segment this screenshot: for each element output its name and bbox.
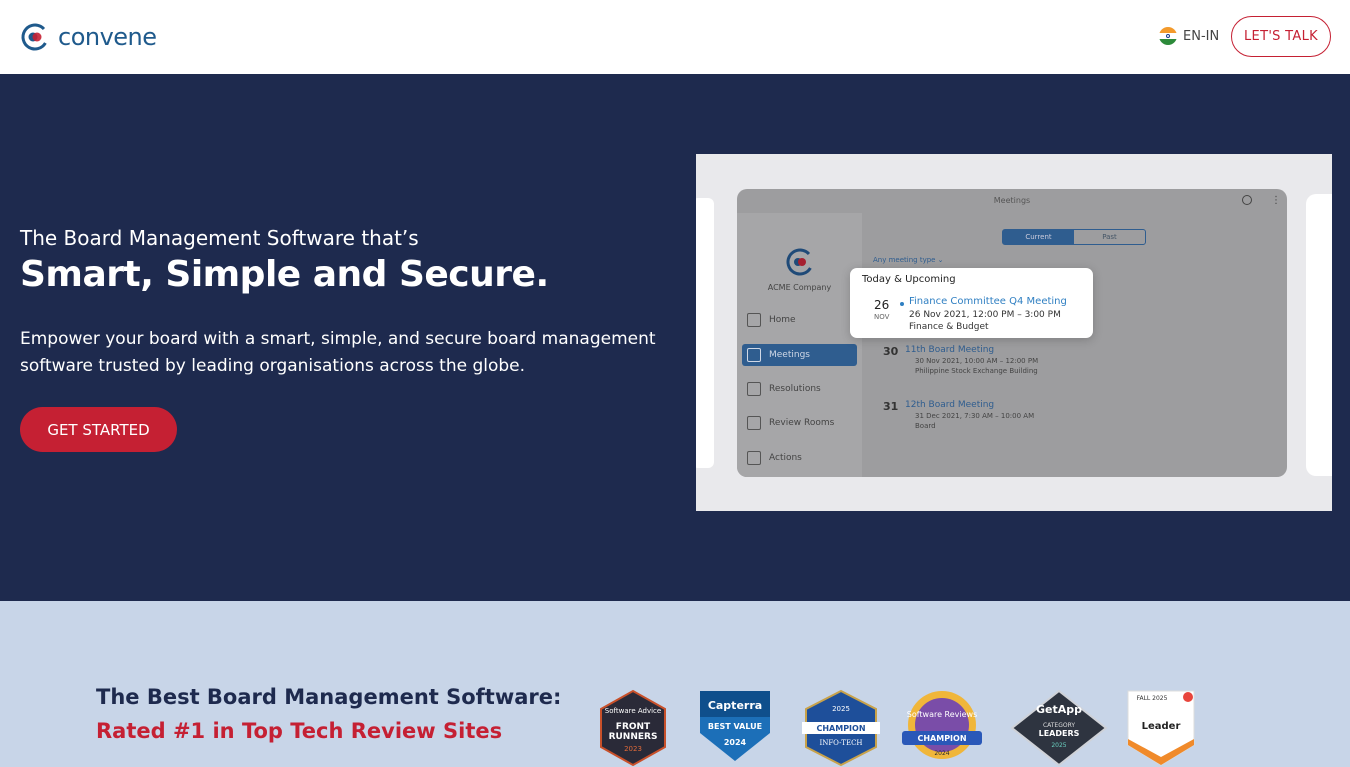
nav-label: Review Rooms bbox=[769, 418, 835, 428]
badge-line2: CHAMPION bbox=[917, 734, 966, 743]
side-card-left bbox=[696, 198, 714, 468]
nav-resolutions[interactable]: Resolutions bbox=[747, 378, 857, 400]
window-title: Meetings bbox=[993, 196, 1031, 205]
software-reviews-badge: Software Reviews CHAMPION 2024 bbox=[902, 691, 982, 759]
popup-meeting-time: 26 Nov 2021, 12:00 PM – 3:00 PM bbox=[909, 310, 1061, 320]
convene-logo-icon bbox=[21, 23, 49, 51]
language-selector[interactable]: EN-IN bbox=[1159, 27, 1219, 45]
popup-meeting-category: Finance & Budget bbox=[909, 322, 989, 332]
nav-meetings[interactable]: Meetings bbox=[742, 344, 857, 366]
meeting-type-filter[interactable]: Any meeting type ⌄ bbox=[873, 256, 944, 264]
badge-line1: FALL 2025 bbox=[1137, 695, 1168, 702]
company-logo-icon bbox=[786, 248, 814, 276]
meeting-category: Board bbox=[915, 422, 936, 430]
convene-logo[interactable]: convene bbox=[20, 22, 157, 52]
side-card-right bbox=[1306, 194, 1332, 476]
hero-headline: Smart, Simple and Secure. bbox=[20, 254, 549, 295]
awards-title: The Best Board Management Software: bbox=[96, 685, 562, 709]
badge-line2: CATEGORY bbox=[1043, 722, 1075, 729]
tab-current[interactable]: Current bbox=[1003, 230, 1074, 244]
nav-review-rooms[interactable]: Review Rooms bbox=[747, 412, 857, 434]
meeting-time: 31 Dec 2021, 7:30 AM – 10:00 AM bbox=[915, 412, 1035, 420]
room-icon bbox=[747, 416, 761, 430]
nav-label: Home bbox=[769, 315, 796, 325]
nav-label: Actions bbox=[769, 453, 802, 463]
meeting-title: 12th Board Meeting bbox=[905, 400, 995, 410]
badge-line1: 2025 bbox=[832, 705, 850, 713]
badge-year: 2024 bbox=[724, 738, 747, 747]
popup-heading: Today & Upcoming bbox=[862, 274, 956, 285]
get-started-button[interactable]: GET STARTED bbox=[20, 407, 177, 452]
product-screenshot: Meetings ⋮ ACME Company Home Meetings Re… bbox=[696, 154, 1332, 511]
company-name: ACME Company bbox=[767, 283, 832, 292]
awards-subtitle: Rated #1 in Top Tech Review Sites bbox=[96, 719, 503, 743]
nav-label: Meetings bbox=[769, 350, 810, 360]
nav-actions[interactable]: Actions bbox=[747, 447, 857, 469]
bullet-icon bbox=[900, 302, 904, 306]
lets-talk-button[interactable]: LET'S TALK bbox=[1231, 16, 1331, 57]
home-icon bbox=[747, 313, 761, 327]
meeting-tabs: Current Past bbox=[1002, 229, 1146, 245]
badge-line1: Software Reviews bbox=[907, 710, 978, 719]
badge-line1: Software Advice bbox=[605, 707, 661, 715]
badge-line2: CHAMPION bbox=[816, 724, 865, 733]
capterra-badge: Capterra BEST VALUE 2024 bbox=[700, 691, 770, 761]
badge-line3: RUNNERS bbox=[609, 732, 658, 742]
calendar-icon bbox=[747, 348, 761, 362]
hero-tagline: The Board Management Software that’s bbox=[20, 226, 419, 250]
more-icon: ⋮ bbox=[1271, 195, 1281, 206]
popup-day: 26 bbox=[874, 298, 890, 312]
badge-line3: LEADERS bbox=[1039, 729, 1080, 738]
search-icon bbox=[1242, 195, 1252, 205]
popup-month: NOV bbox=[874, 313, 890, 321]
hero-description: Empower your board with a smart, simple,… bbox=[20, 329, 656, 376]
meeting-day: 30 bbox=[883, 345, 899, 358]
badge-line2: Leader bbox=[1142, 721, 1181, 732]
nav-label: Resolutions bbox=[769, 384, 821, 394]
clipboard-icon bbox=[747, 451, 761, 465]
badge-line3: INFO-TECH bbox=[819, 739, 862, 747]
badge-line1: Capterra bbox=[708, 699, 762, 712]
document-icon bbox=[747, 382, 761, 396]
meeting-location: Philippine Stock Exchange Building bbox=[915, 367, 1038, 375]
india-flag-icon bbox=[1159, 27, 1177, 45]
upcoming-popup[interactable]: Today & Upcoming 26 NOV Finance Committe… bbox=[850, 268, 1093, 338]
badge-year: 2024 bbox=[934, 750, 949, 757]
site-header: convene EN-IN LET'S TALK bbox=[0, 0, 1350, 74]
hero-section: The Board Management Software that’s Sma… bbox=[0, 74, 1350, 601]
software-advice-badge: Software Advice FRONT RUNNERS 2023 bbox=[600, 689, 666, 767]
badge-line1: GetApp bbox=[1036, 703, 1082, 716]
popup-meeting-title[interactable]: Finance Committee Q4 Meeting bbox=[909, 296, 1067, 307]
badge-year: 2023 bbox=[624, 745, 642, 753]
language-label: EN-IN bbox=[1183, 28, 1220, 44]
getapp-badge: GetApp CATEGORY LEADERS 2025 bbox=[1010, 689, 1108, 767]
app-sidebar: ACME Company Home Meetings Resolutions R… bbox=[737, 213, 862, 477]
badge-line2: FRONT bbox=[616, 722, 651, 732]
tab-past[interactable]: Past bbox=[1074, 230, 1145, 244]
meeting-title: 11th Board Meeting bbox=[905, 345, 995, 355]
info-tech-badge: 2025 CHAMPION INFO-TECH bbox=[802, 689, 880, 767]
meeting-day: 31 bbox=[883, 400, 899, 413]
meeting-time: 30 Nov 2021, 10:00 AM – 12:00 PM bbox=[915, 357, 1039, 365]
logo-text: convene bbox=[58, 23, 157, 51]
badge-year: 2025 bbox=[1051, 742, 1066, 749]
nav-home[interactable]: Home bbox=[747, 309, 857, 331]
awards-section: The Best Board Management Software: Rate… bbox=[0, 601, 1350, 767]
g2-leader-badge: FALL 2025 Leader bbox=[1127, 690, 1195, 766]
badge-line2: BEST VALUE bbox=[708, 722, 762, 731]
